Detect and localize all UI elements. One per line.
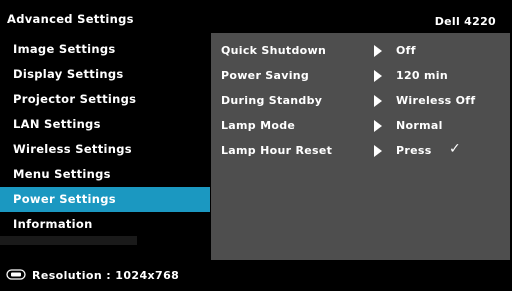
arrow-right-icon <box>374 70 382 82</box>
page-title: Advanced Settings <box>7 12 134 26</box>
menu-item-information[interactable]: Information <box>0 212 210 237</box>
arrow-right-icon <box>374 145 382 157</box>
quick-shutdown-value: Off <box>396 44 416 57</box>
video-source-icon <box>6 269 26 280</box>
status-bar: Resolution : 1024x768 <box>0 262 512 291</box>
menu-item-projector-settings[interactable]: Projector Settings <box>0 87 210 112</box>
header-bar: Advanced Settings Dell 4220 <box>0 0 512 34</box>
lamp-hour-reset-label: Lamp Hour Reset <box>221 144 333 157</box>
quick-shutdown-label: Quick Shutdown <box>221 44 327 57</box>
menu-divider <box>0 236 137 245</box>
arrow-right-icon <box>374 120 382 132</box>
power-saving-row[interactable]: Power Saving 120 min <box>211 66 510 86</box>
arrow-right-icon <box>374 45 382 57</box>
lamp-hour-reset-row[interactable]: Lamp Hour Reset Press ✓ <box>211 141 510 161</box>
menu-item-display-settings[interactable]: Display Settings <box>0 62 210 87</box>
lamp-hour-reset-value: Press <box>396 144 432 157</box>
menu-item-wireless-settings[interactable]: Wireless Settings <box>0 137 210 162</box>
lamp-mode-row[interactable]: Lamp Mode Normal <box>211 116 510 136</box>
quick-shutdown-row[interactable]: Quick Shutdown Off <box>211 41 510 61</box>
during-standby-label: During Standby <box>221 94 323 107</box>
power-settings-panel: Quick Shutdown Off Power Saving 120 min … <box>211 33 510 260</box>
settings-menu: Image Settings Display Settings Projecto… <box>0 37 210 237</box>
arrow-right-icon <box>374 95 382 107</box>
model-name: Dell 4220 <box>434 15 496 28</box>
during-standby-value: Wireless Off <box>396 94 476 107</box>
during-standby-row[interactable]: During Standby Wireless Off <box>211 91 510 111</box>
menu-item-power-settings[interactable]: Power Settings <box>0 187 210 212</box>
power-saving-label: Power Saving <box>221 69 310 82</box>
lamp-mode-label: Lamp Mode <box>221 119 296 132</box>
menu-item-lan-settings[interactable]: LAN Settings <box>0 112 210 137</box>
checkmark-icon: ✓ <box>449 141 462 157</box>
power-saving-value: 120 min <box>396 69 448 82</box>
lamp-mode-value: Normal <box>396 119 443 132</box>
menu-item-image-settings[interactable]: Image Settings <box>0 37 210 62</box>
menu-item-menu-settings[interactable]: Menu Settings <box>0 162 210 187</box>
resolution-readout: Resolution : 1024x768 <box>32 269 180 282</box>
